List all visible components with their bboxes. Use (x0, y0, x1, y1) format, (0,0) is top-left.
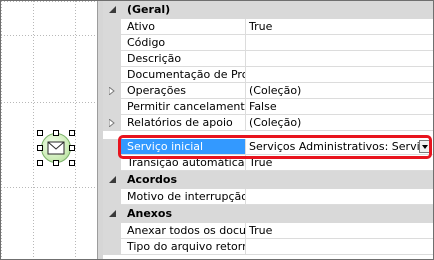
category-label: (Geral) (127, 3, 171, 16)
property-row[interactable]: Motivo de interrupção de (103, 189, 433, 205)
dropdown-value: Serviços Administrativos: Serviços d (249, 140, 433, 153)
property-value[interactable]: (Coleção) (246, 115, 433, 131)
property-grid: (Geral) Ativo True Código Descrição Docu… (103, 1, 433, 259)
property-row[interactable]: Tipo do arquivo retornad (103, 239, 433, 255)
canvas-guide-line (1, 35, 97, 36)
canvas-guide-line (1, 102, 97, 103)
property-name: Motivo de interrupção de (121, 189, 246, 205)
resize-handle-ne[interactable] (69, 130, 75, 136)
property-name: Transição automática (121, 155, 246, 171)
workflow-editor: (Geral) Ativo True Código Descrição Docu… (0, 0, 434, 260)
property-value[interactable]: True (246, 19, 433, 35)
dropdown-button[interactable] (419, 140, 431, 153)
property-value[interactable] (246, 51, 433, 67)
property-row[interactable]: Código (103, 35, 433, 51)
property-row[interactable]: Permitir cancelamento pe False (103, 99, 433, 115)
property-value[interactable]: (Coleção) (246, 83, 433, 99)
property-value[interactable] (246, 67, 433, 83)
property-value[interactable]: True (246, 155, 433, 171)
property-value[interactable]: False (246, 99, 433, 115)
resize-handle-s[interactable] (53, 160, 59, 166)
category-anexos[interactable]: Anexos (103, 205, 433, 223)
property-row[interactable]: Relatórios de apoio (Coleção) (103, 115, 433, 131)
category-acordos[interactable]: Acordos (103, 171, 433, 189)
canvas-guide-line (33, 1, 34, 259)
property-name: Ativo (121, 19, 246, 35)
property-row[interactable]: Anexar todos os docume True (103, 223, 433, 239)
canvas-guide-line (75, 1, 76, 259)
resize-handle-sw[interactable] (37, 160, 43, 166)
chevron-down-icon (422, 145, 428, 149)
property-name: Relatórios de apoio (121, 115, 246, 131)
property-row[interactable]: Transição automática True (103, 155, 433, 171)
resize-handle-se[interactable] (69, 160, 75, 166)
property-name: Serviço inicial (121, 139, 246, 155)
property-name: Código (121, 35, 246, 51)
message-event-node[interactable] (37, 130, 75, 166)
property-name: Documentação de Proce (121, 67, 246, 83)
category-label: Acordos (127, 173, 177, 186)
property-row[interactable]: Descrição (103, 51, 433, 67)
canvas-guide-line (1, 187, 97, 188)
collapse-triangle-icon[interactable] (109, 6, 117, 14)
property-row[interactable]: Operações (Coleção) (103, 83, 433, 99)
property-value[interactable]: True (246, 223, 433, 239)
property-name: Permitir cancelamento pe (121, 99, 246, 115)
category-geral[interactable]: (Geral) (103, 1, 433, 19)
category-label: Anexos (127, 207, 173, 220)
property-row[interactable]: Documentação de Proce (103, 67, 433, 83)
property-value[interactable] (246, 35, 433, 51)
resize-handle-w[interactable] (37, 145, 43, 151)
property-value[interactable] (246, 189, 433, 205)
property-value-dropdown[interactable]: Serviços Administrativos: Serviços d (246, 139, 433, 155)
resize-handle-n[interactable] (53, 130, 59, 136)
property-row[interactable]: Ativo True (103, 19, 433, 35)
property-value[interactable] (246, 239, 433, 255)
collapse-triangle-icon[interactable] (109, 210, 117, 218)
collapse-triangle-icon[interactable] (109, 176, 117, 184)
expand-triangle-icon[interactable] (109, 119, 115, 127)
property-name: Anexar todos os docume (121, 223, 246, 239)
designer-canvas[interactable] (1, 1, 97, 259)
resize-handle-nw[interactable] (37, 130, 43, 136)
property-name: Operações (121, 83, 246, 99)
resize-handle-e[interactable] (69, 145, 75, 151)
property-name: Tipo do arquivo retornad (121, 239, 246, 255)
property-name: Descrição (121, 51, 246, 67)
property-row-selected[interactable]: Serviço inicial Serviços Administrativos… (103, 139, 433, 155)
expand-triangle-icon[interactable] (109, 87, 115, 95)
